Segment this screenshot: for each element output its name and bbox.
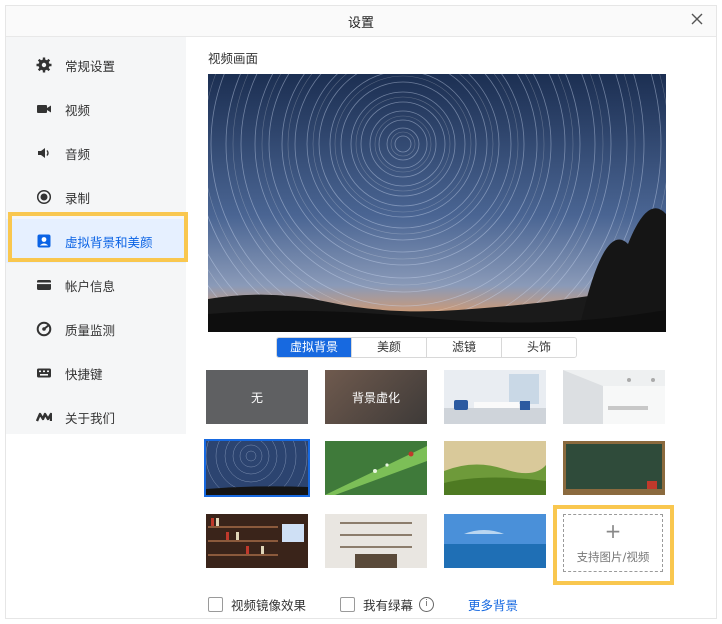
sidebar-item-record[interactable]: 录制 <box>6 175 186 219</box>
card-icon <box>36 277 52 293</box>
greenscreen-label: 我有绿幕 <box>363 597 414 613</box>
video-camera-icon <box>36 101 52 117</box>
background-white-room[interactable] <box>563 370 665 424</box>
title-bar: 设置 <box>6 6 716 37</box>
plus-icon: + <box>604 519 622 543</box>
upload-label: 支持图片/视频 <box>576 550 650 564</box>
more-backgrounds: 更多背景 <box>468 595 518 613</box>
sidebar-item-shortcuts[interactable]: 快捷键 <box>6 351 186 395</box>
sidebar-item-label: 录制 <box>65 190 91 206</box>
sidebar-item-label: 常规设置 <box>65 58 116 74</box>
tab-headwear[interactable]: 头饰 <box>502 338 576 357</box>
background-hills[interactable] <box>444 441 546 495</box>
background-blur[interactable]: 背景虚化 <box>325 370 427 424</box>
beauty-tabs: 虚拟背景 美颜 滤镜 头饰 <box>276 337 577 358</box>
mirror-checkbox[interactable] <box>208 596 223 612</box>
gear-icon <box>36 57 52 73</box>
greenscreen-option: 我有绿幕 i <box>340 595 435 613</box>
logo-icon <box>36 409 52 425</box>
background-bookshelf[interactable] <box>206 514 308 568</box>
greenscreen-checkbox[interactable] <box>340 596 355 612</box>
thumb-label: 无 <box>250 390 263 405</box>
sidebar-item-label: 快捷键 <box>65 366 103 382</box>
section-title: 视频画面 <box>208 51 259 66</box>
sidebar-item-audio[interactable]: 音频 <box>6 131 186 175</box>
more-backgrounds-link[interactable]: 更多背景 <box>468 595 518 614</box>
background-chalkboard[interactable] <box>563 441 665 495</box>
background-sea[interactable] <box>444 514 546 568</box>
sidebar-item-account[interactable]: 帐户信息 <box>6 263 186 307</box>
user-portrait-icon <box>36 233 52 249</box>
thumb-label: 背景虚化 <box>351 390 400 405</box>
record-icon <box>36 189 52 205</box>
background-leaf-ladybug[interactable] <box>325 441 427 495</box>
background-office-room[interactable] <box>444 370 546 424</box>
sidebar-item-label: 音频 <box>65 146 91 162</box>
monitor-gauge-icon <box>36 321 52 337</box>
sidebar-item-label: 关于我们 <box>65 410 116 426</box>
upload-background-button[interactable]: + 支持图片/视频 <box>563 514 663 572</box>
video-preview <box>208 74 666 332</box>
tab-filter[interactable]: 滤镜 <box>427 338 502 357</box>
tab-beauty[interactable]: 美颜 <box>352 338 427 357</box>
speaker-icon <box>36 145 52 161</box>
sidebar-item-virtual-background[interactable]: 虚拟背景和美颜 <box>6 219 186 263</box>
window-title: 设置 <box>347 16 374 31</box>
main-panel: 视频画面 虚拟背景 美颜 滤镜 头饰 无 背景虚化 + 支持图片/视频 视频镜像… <box>187 37 716 618</box>
sidebar-item-label: 虚拟背景和美颜 <box>65 234 153 250</box>
info-icon[interactable]: i <box>419 596 435 612</box>
mirror-option: 视频镜像效果 <box>208 595 306 613</box>
keyboard-icon <box>36 365 52 381</box>
sidebar-item-video[interactable]: 视频 <box>6 87 186 131</box>
tab-virtual-background[interactable]: 虚拟背景 <box>277 338 352 357</box>
sidebar-item-general[interactable]: 常规设置 <box>6 43 186 87</box>
mirror-label: 视频镜像效果 <box>231 597 307 613</box>
background-study[interactable] <box>325 514 427 568</box>
settings-window: 设置 常规设置 视频 音频 录制 虚拟背景和美颜 帐户信息 质量监测 快捷键 关… <box>6 6 716 618</box>
close-icon[interactable] <box>688 10 706 28</box>
sidebar-item-label: 质量监测 <box>65 322 116 338</box>
sidebar-item-about[interactable]: 关于我们 <box>6 395 186 439</box>
settings-sidebar: 常规设置 视频 音频 录制 虚拟背景和美颜 帐户信息 质量监测 快捷键 关于我们 <box>6 37 186 434</box>
background-star-trails[interactable] <box>204 439 310 497</box>
sidebar-item-quality[interactable]: 质量监测 <box>6 307 186 351</box>
sidebar-item-label: 帐户信息 <box>65 278 116 294</box>
background-none[interactable]: 无 <box>206 370 308 424</box>
sidebar-item-label: 视频 <box>65 102 91 118</box>
